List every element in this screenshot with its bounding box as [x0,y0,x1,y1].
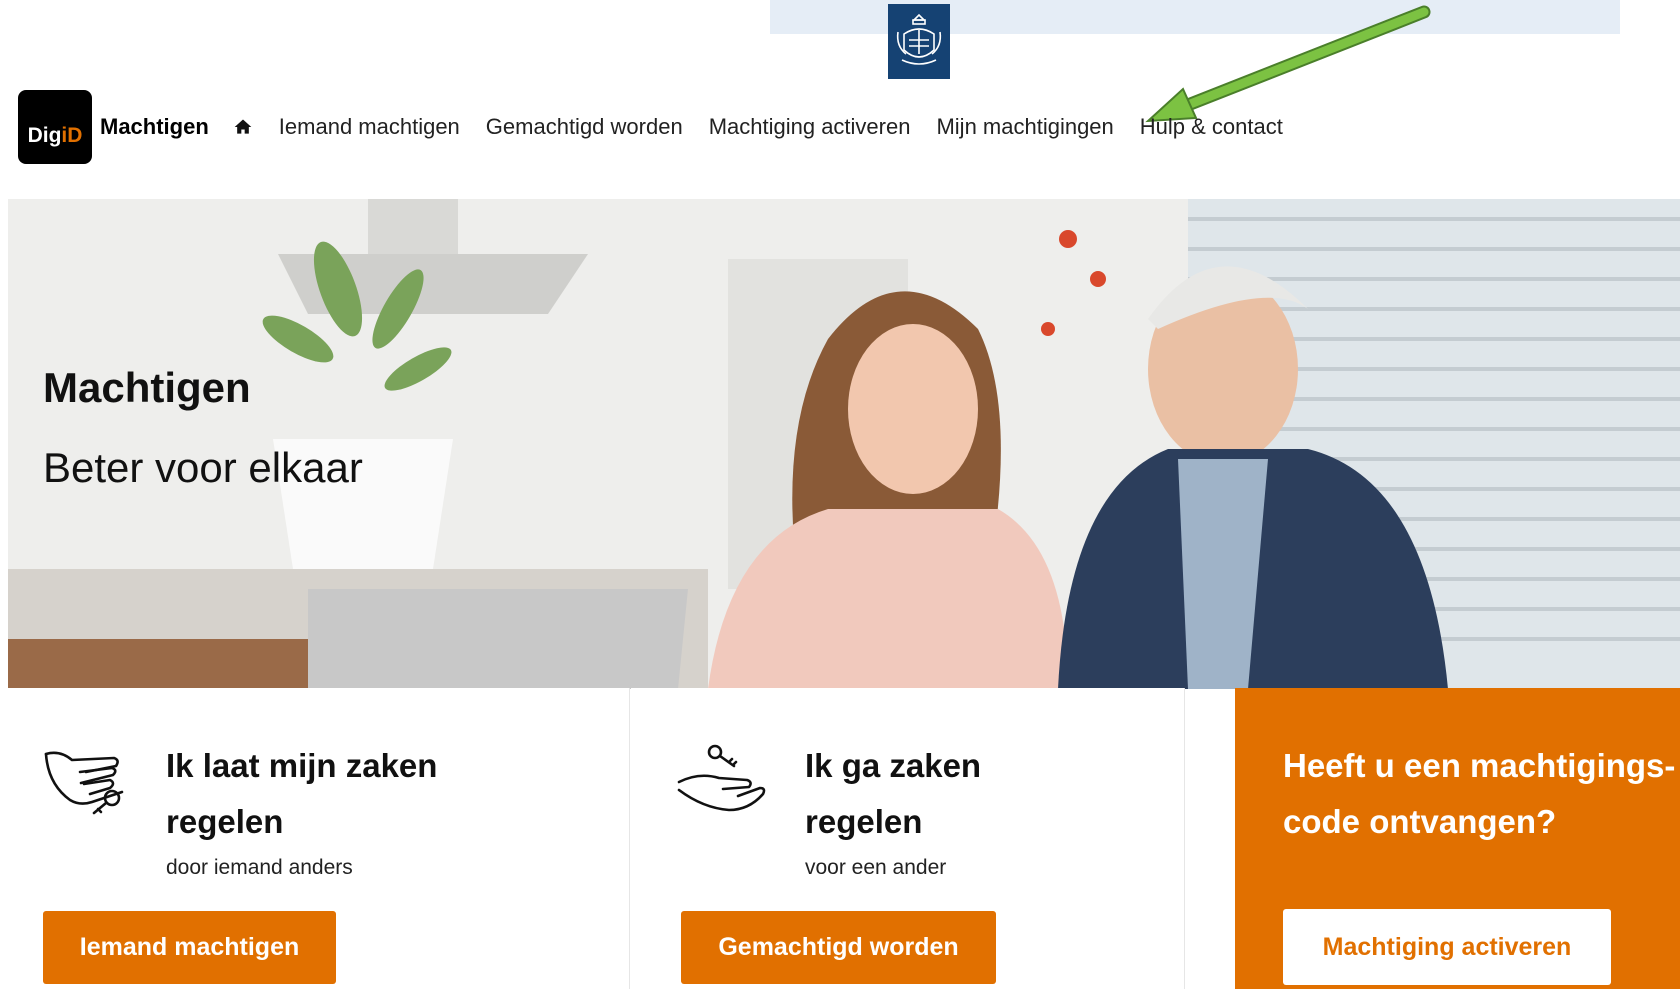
open-hand-with-key-icon [677,744,766,812]
main-nav: Dig iD Machtigen Iemand machtigen Gemacht… [18,89,1309,164]
rijksoverheid-emblem-icon [896,13,942,65]
card1-title-line2: regelen [166,803,284,840]
hero-banner: Machtigen Beter voor elkaar [8,199,1680,689]
gemachtigd-worden-button[interactable]: Gemachtigd worden [681,911,996,984]
card-iemand-machtigen: Ik laat mijn zaken regelen door iemand a… [8,688,630,989]
digid-logo[interactable]: Dig iD [18,89,92,164]
hand-with-keys-icon [44,751,124,815]
hero-title: Machtigen [43,364,251,411]
digid-logo-text-white: Dig [27,123,62,147]
activation-card: Heeft u een machtigings- code ontvangen?… [1235,688,1680,989]
digid-logo-text-orange: iD [61,123,83,147]
card-gemachtigd-worden: Ik ga zaken regelen voor een ander Gemac… [631,688,1185,989]
brand-name[interactable]: Machtigen [100,114,209,140]
card2-subtitle: voor een ander [805,856,947,879]
nav-mijn-machtigingen[interactable]: Mijn machtigingen [936,114,1113,140]
iemand-machtigen-button[interactable]: Iemand machtigen [43,911,336,984]
card2-title-line2: regelen [805,803,923,840]
nav-machtiging-activeren[interactable]: Machtiging activeren [709,114,911,140]
rijksoverheid-logo [888,4,950,79]
hero-subtitle: Beter voor elkaar [43,444,363,491]
card1-title-line1: Ik laat mijn zaken [166,747,438,784]
card2-title-line1: Ik ga zaken [805,747,982,784]
nav-iemand-machtigen[interactable]: Iemand machtigen [279,114,460,140]
nav-gemachtigd-worden[interactable]: Gemachtigd worden [486,114,683,140]
machtiging-activeren-button[interactable]: Machtiging activeren [1283,909,1611,985]
activation-title-line2: code ontvangen? [1283,803,1557,840]
top-banner [0,0,1680,40]
card1-subtitle: door iemand anders [166,856,353,879]
activation-title-line1: Heeft u een machtigings- [1283,747,1676,784]
home-icon[interactable] [233,115,257,139]
nav-hulp-contact[interactable]: Hulp & contact [1140,114,1283,140]
